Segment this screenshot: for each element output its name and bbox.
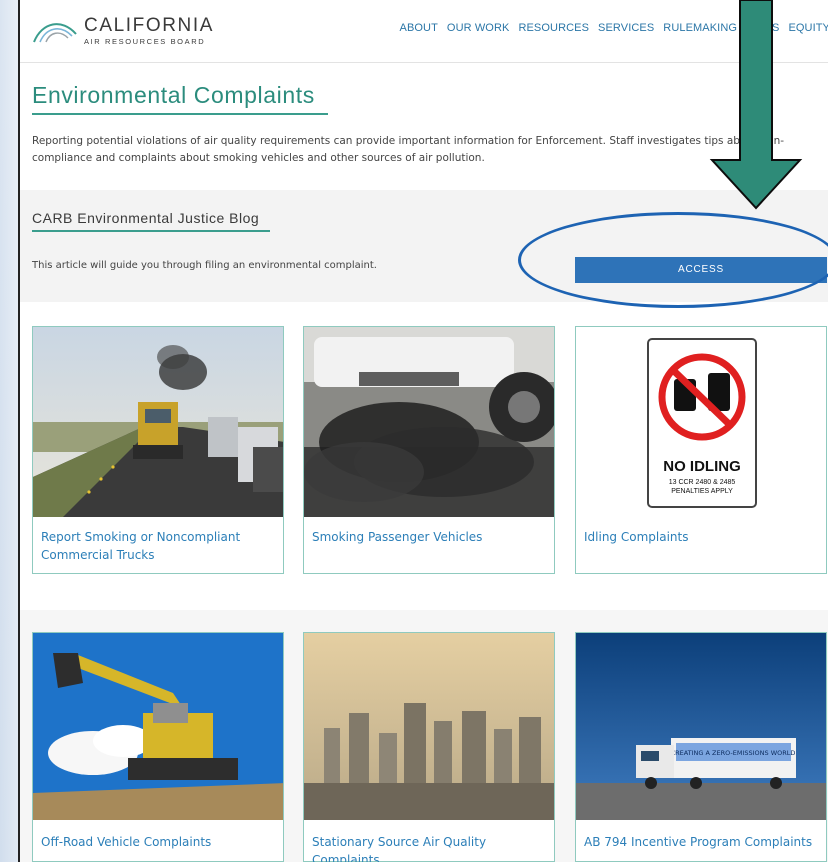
card-ab794[interactable]: CREATING A ZERO-EMISSIONS WORLD AB 794 I… xyxy=(575,632,827,862)
card-idling[interactable]: NO IDLING 13 CCR 2480 & 2485 PENALTIES A… xyxy=(575,326,827,574)
nav-about[interactable]: ABOUT xyxy=(400,22,438,34)
card-label[interactable]: Report Smoking or Noncompliant Commercia… xyxy=(41,528,271,564)
down-arrow-icon xyxy=(709,0,803,210)
logo-wordmark: CALIFORNIA xyxy=(84,15,215,37)
card-image-excavator xyxy=(33,633,283,820)
truck-banner-text: CREATING A ZERO-EMISSIONS WORLD xyxy=(671,749,796,757)
nav-resources[interactable]: RESOURCES xyxy=(518,22,589,34)
card-image-trucks xyxy=(33,327,283,517)
carb-logo-icon xyxy=(33,23,77,43)
site-header: CALIFORNIA AIR RESOURCES BOARD ABOUT OUR… xyxy=(20,0,828,63)
sign-line1: 13 CCR 2480 & 2485 xyxy=(669,479,736,486)
card-image-city-haze xyxy=(304,633,554,820)
card-image-no-idling-sign: NO IDLING 13 CCR 2480 & 2485 PENALTIES A… xyxy=(576,327,826,517)
blog-description: This article will guide you through fili… xyxy=(32,260,377,271)
card-image-smoking-car xyxy=(304,327,554,517)
card-label[interactable]: Smoking Passenger Vehicles xyxy=(312,528,542,546)
highlight-ellipse xyxy=(518,212,828,308)
logo-subtitle: AIR RESOURCES BOARD xyxy=(84,37,206,47)
blog-title: CARB Environmental Justice Blog xyxy=(32,210,260,226)
nav-our-work[interactable]: OUR WORK xyxy=(447,22,510,34)
intro-paragraph: Reporting potential violations of air qu… xyxy=(32,135,785,164)
page-title: Environmental Complaints xyxy=(32,82,315,108)
sign-heading: NO IDLING xyxy=(663,458,741,475)
card-label[interactable]: AB 794 Incentive Program Complaints xyxy=(584,833,824,851)
title-underline xyxy=(32,113,328,115)
card-passenger-vehicles[interactable]: Smoking Passenger Vehicles xyxy=(303,326,555,574)
card-stationary-source[interactable]: Stationary Source Air Quality Complaints xyxy=(303,632,555,862)
nav-services[interactable]: SERVICES xyxy=(598,22,654,34)
card-label[interactable]: Off-Road Vehicle Complaints xyxy=(41,833,271,851)
sign-line2: PENALTIES APPLY xyxy=(671,488,733,495)
card-image-zero-emission-truck: CREATING A ZERO-EMISSIONS WORLD xyxy=(576,633,826,820)
card-off-road[interactable]: Off-Road Vehicle Complaints xyxy=(32,632,284,862)
carb-logo[interactable]: CALIFORNIA AIR RESOURCES BOARD xyxy=(32,16,214,46)
card-label[interactable]: Idling Complaints xyxy=(584,528,814,546)
browser-page: CALIFORNIA AIR RESOURCES BOARD ABOUT OUR… xyxy=(18,0,828,862)
blog-title-underline xyxy=(32,230,270,232)
card-label[interactable]: Stationary Source Air Quality Complaints xyxy=(312,833,552,862)
card-commercial-trucks[interactable]: Report Smoking or Noncompliant Commercia… xyxy=(32,326,284,574)
